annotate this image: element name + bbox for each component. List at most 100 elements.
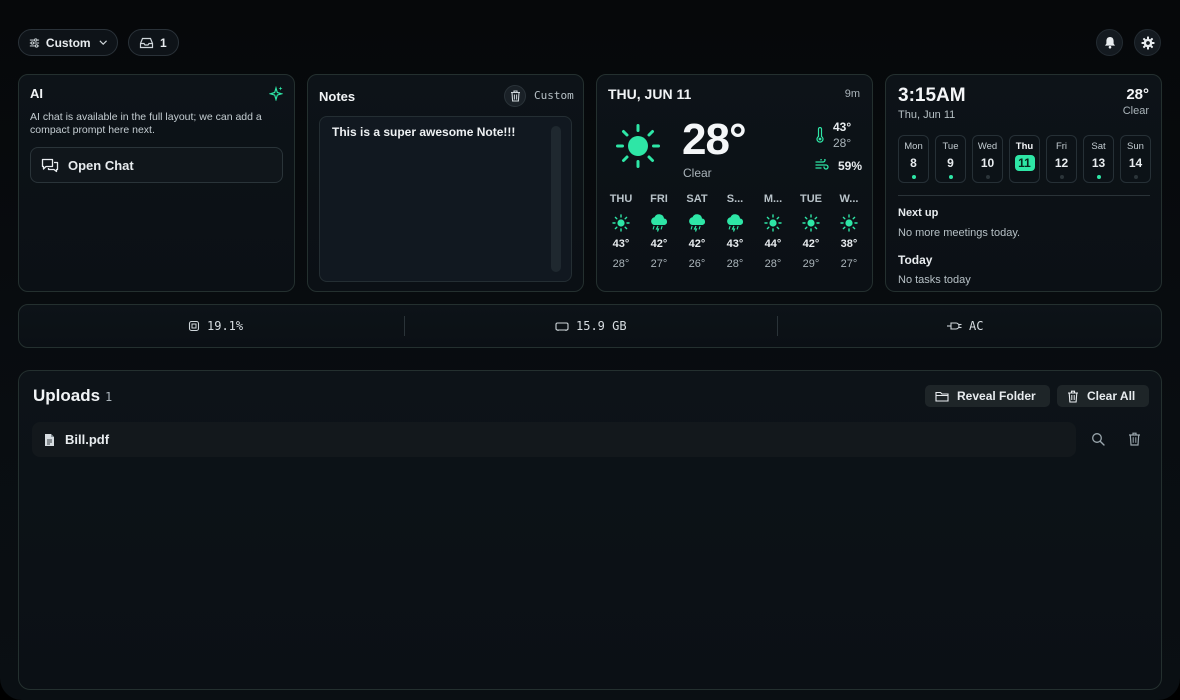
uploads-count: 1 [105, 390, 113, 404]
forecast-day-label: S... [726, 193, 744, 205]
memory-value: 15.9 GB [576, 319, 627, 333]
stats-divider [404, 316, 405, 336]
note-textarea[interactable]: This is a super awesome Note!!! [319, 116, 572, 282]
calendar-weekday: Wed [977, 141, 998, 152]
calendar-day-wed[interactable]: Wed 10 [972, 135, 1003, 183]
next-up-text: No more meetings today. [898, 227, 1021, 239]
clock-condition: Clear [1122, 105, 1149, 117]
next-up-label: Next up [898, 207, 939, 219]
sun-icon [831, 211, 867, 235]
calendar-day-tue[interactable]: Tue 9 [935, 135, 966, 183]
storm-cloud-icon [717, 211, 753, 235]
weather-condition: Clear [683, 166, 712, 180]
weather-card: THU, JUN 11 9m 28° Clear 43° 28° 59% THU… [596, 74, 873, 292]
reveal-folder-button[interactable]: Reveal Folder [925, 385, 1050, 407]
inbox-button[interactable]: 1 [128, 29, 179, 56]
calendar-card: 3:15AM Thu, Jun 11 28° Clear Mon 8 Tue 9 Wed… [885, 74, 1162, 292]
forecast-high: 43° [726, 238, 744, 250]
sun-icon [616, 124, 660, 168]
forecast-low: 28° [612, 258, 630, 270]
calendar-event-dot [1023, 175, 1027, 179]
clock-time: 3:15AM [898, 85, 966, 106]
forecast-high: 43° [612, 238, 630, 250]
today-text: No tasks today [898, 274, 971, 286]
memory-stat: 15.9 GB [555, 305, 627, 347]
uploads-panel: Uploads 1 Reveal Folder Clear All Bill.p… [18, 370, 1162, 690]
today-label: Today [898, 253, 933, 267]
ai-card-title: AI [30, 86, 43, 101]
calendar-day-sun[interactable]: Sun 14 [1120, 135, 1151, 183]
settings-button[interactable] [1134, 29, 1161, 56]
calendar-weekday: Tue [942, 141, 959, 152]
forecast-day: SAT 42° 26° [679, 193, 715, 270]
thermometer-icon [816, 127, 824, 143]
search-icon [1092, 433, 1105, 446]
calendar-day-fri[interactable]: Fri 12 [1046, 135, 1077, 183]
power-value: AC [969, 319, 984, 333]
calendar-day-sat[interactable]: Sat 13 [1083, 135, 1114, 183]
inbox-tray-icon [139, 37, 154, 48]
sun-icon [755, 211, 791, 235]
calendar-date-number: 10 [980, 156, 995, 170]
calendar-event-dot [985, 175, 990, 179]
gear-icon [1141, 36, 1154, 49]
forecast-low: 26° [688, 258, 706, 270]
weather-low: 28° [833, 136, 852, 150]
open-chat-label: Open Chat [68, 157, 134, 173]
calendar-event-dot [1096, 175, 1101, 179]
forecast-day: THU 43° 28° [603, 193, 639, 270]
humidity-wind-icon [815, 159, 829, 170]
sparkle-icon [269, 86, 283, 101]
calendar-event-dot [1059, 175, 1064, 179]
calendar-day-thu[interactable]: Thu 11 [1009, 135, 1040, 183]
note-scrollbar[interactable] [551, 126, 561, 272]
system-stats-bar: 19.1% 15.9 GB AC [18, 304, 1162, 348]
clear-all-button[interactable]: Clear All [1057, 385, 1149, 407]
calendar-day-mon[interactable]: Mon 8 [898, 135, 929, 183]
cpu-stat: 19.1% [188, 305, 243, 347]
notes-mode-label[interactable]: Custom [534, 89, 574, 102]
cpu-value: 19.1% [207, 319, 244, 333]
forecast-day-label: TUE [800, 193, 822, 205]
clock-date: Thu, Jun 11 [898, 109, 956, 121]
power-stat: AC [946, 305, 983, 347]
weather-updated: 9m [844, 88, 860, 100]
storm-cloud-icon [679, 211, 715, 235]
notes-card: Notes Custom This is a super awesome Not… [307, 74, 584, 292]
forecast-low: 29° [802, 258, 820, 270]
clear-note-button[interactable] [504, 85, 526, 107]
document-icon [45, 433, 54, 446]
note-content: This is a super awesome Note!!! [332, 125, 516, 139]
calendar-date-number: 14 [1128, 156, 1143, 170]
upload-file-row[interactable]: Bill.pdf [32, 422, 1076, 457]
sun-icon [793, 211, 829, 235]
upload-file-name: Bill.pdf [65, 432, 110, 447]
forecast-low: 28° [726, 258, 744, 270]
calendar-divider [898, 195, 1150, 196]
calendar-date-number: 8 [910, 156, 917, 170]
calendar-date-number: 12 [1054, 156, 1069, 170]
notes-card-title: Notes [319, 89, 356, 104]
preview-file-button[interactable] [1091, 432, 1107, 448]
calendar-weekday: Fri [1055, 141, 1068, 152]
forecast-low: 28° [764, 258, 782, 270]
calendar-event-dot [948, 175, 953, 179]
clear-all-label: Clear All [1087, 389, 1136, 403]
layout-selector[interactable]: Custom [18, 29, 118, 56]
forecast-day-label: FRI [650, 193, 668, 205]
open-chat-button[interactable]: Open Chat [30, 147, 283, 183]
forecast-high: 42° [802, 238, 820, 250]
forecast-day: TUE 42° 29° [793, 193, 829, 270]
inbox-count: 1 [160, 35, 167, 50]
stats-divider [777, 316, 778, 336]
forecast-day-label: SAT [686, 193, 708, 205]
notifications-button[interactable] [1096, 29, 1123, 56]
forecast-low: 27° [650, 258, 668, 270]
ai-card: AI AI chat is available in the full layo… [18, 74, 295, 292]
forecast-day: M... 44° 28° [755, 193, 791, 270]
chevron-down-icon [99, 40, 107, 46]
forecast-high: 38° [840, 238, 858, 250]
memory-icon [555, 321, 569, 331]
delete-file-button[interactable] [1128, 432, 1144, 448]
forecast-day: FRI 42° 27° [641, 193, 677, 270]
